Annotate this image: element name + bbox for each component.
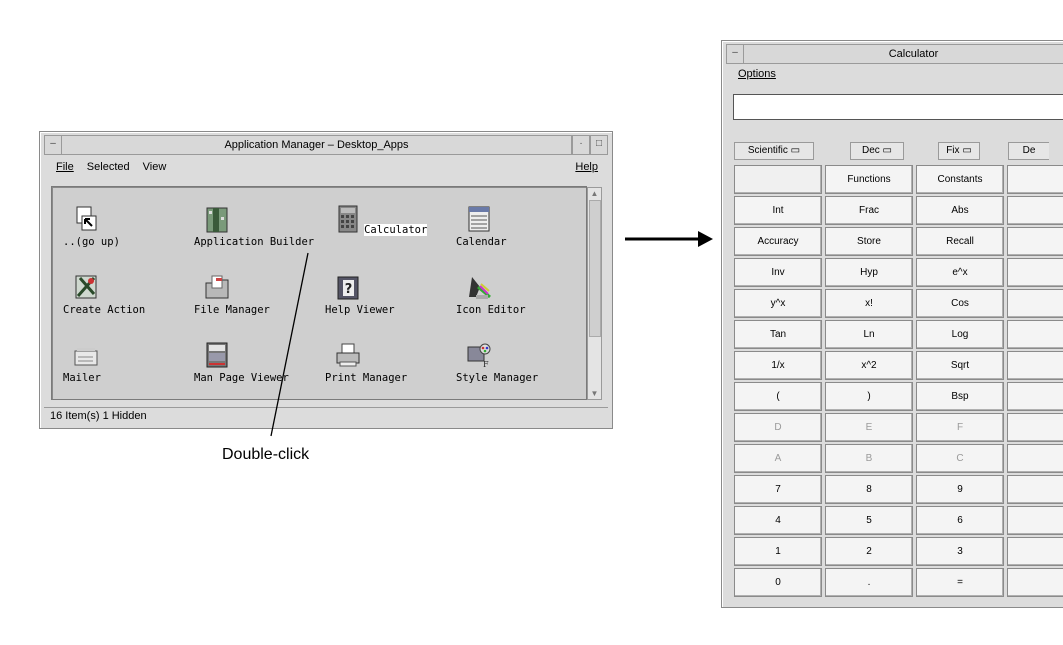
calc-key[interactable]: A <box>734 444 822 473</box>
calc-key[interactable]: Store <box>825 227 913 256</box>
calc-key[interactable]: Functions <box>825 165 913 194</box>
calc-key[interactable]: Sqrt <box>916 351 1004 380</box>
calculator-window: – Calculator Options Scientific ▭ Dec ▭ … <box>721 40 1063 608</box>
calc-key-partial[interactable] <box>1007 506 1063 535</box>
calc-key[interactable]: 9 <box>916 475 1004 504</box>
calc-key[interactable]: x^2 <box>825 351 913 380</box>
calc-key[interactable]: Ln <box>825 320 913 349</box>
calc-key[interactable]: Recall <box>916 227 1004 256</box>
calc-key[interactable]: Constants <box>916 165 1004 194</box>
mode-label: De <box>1022 145 1036 156</box>
arrow-head-icon <box>698 231 713 247</box>
calc-key[interactable]: 3 <box>916 537 1004 566</box>
calc-key[interactable]: 7 <box>734 475 822 504</box>
calc-key-partial[interactable] <box>1007 568 1063 597</box>
calc-key-partial[interactable] <box>1007 444 1063 473</box>
calc-key[interactable]: 0 <box>734 568 822 597</box>
calc-key[interactable]: Abs <box>916 196 1004 225</box>
calc-key-partial[interactable] <box>1007 165 1063 194</box>
double-click-annotation: Double-click <box>222 446 310 463</box>
calc-key[interactable]: Frac <box>825 196 913 225</box>
calc-key[interactable]: C <box>916 444 1004 473</box>
calc-key[interactable]: ) <box>825 382 913 411</box>
calc-key[interactable]: 2 <box>825 537 913 566</box>
calc-key[interactable]: 1 <box>734 537 822 566</box>
base-menu-dec[interactable]: Dec ▭ <box>850 142 904 160</box>
calc-key[interactable]: Hyp <box>825 258 913 287</box>
calc-key-partial[interactable] <box>1007 413 1063 442</box>
calc-key[interactable]: . <box>825 568 913 597</box>
calc-key-partial[interactable] <box>1007 351 1063 380</box>
calc-key-partial[interactable] <box>1007 537 1063 566</box>
display-menu-fix[interactable]: Fix ▭ <box>938 142 980 160</box>
calc-key[interactable]: e^x <box>916 258 1004 287</box>
calc-key[interactable]: 4 <box>734 506 822 535</box>
calc-key[interactable]: 5 <box>825 506 913 535</box>
calc-key[interactable]: x! <box>825 289 913 318</box>
callout-line <box>270 252 309 437</box>
calc-key[interactable]: Bsp <box>916 382 1004 411</box>
calc-key[interactable]: Log <box>916 320 1004 349</box>
calc-key[interactable] <box>734 165 822 194</box>
calculator-display <box>733 94 1063 120</box>
calc-key[interactable]: ( <box>734 382 822 411</box>
trig-menu[interactable]: De <box>1008 142 1049 160</box>
calc-key[interactable]: = <box>916 568 1004 597</box>
calc-key[interactable]: D <box>734 413 822 442</box>
calc-key[interactable]: 6 <box>916 506 1004 535</box>
window-menu-button[interactable]: – <box>726 44 744 64</box>
calc-key-partial[interactable] <box>1007 320 1063 349</box>
menu-bar: Options <box>726 64 1063 84</box>
calc-key-partial[interactable] <box>1007 475 1063 504</box>
calc-key-partial[interactable] <box>1007 382 1063 411</box>
menu-options[interactable]: Options <box>738 68 776 80</box>
calc-key-partial[interactable] <box>1007 227 1063 256</box>
mode-label: Scientific <box>747 145 788 156</box>
calc-key[interactable]: E <box>825 413 913 442</box>
calc-key[interactable]: B <box>825 444 913 473</box>
calc-key[interactable]: F <box>916 413 1004 442</box>
calc-key-partial[interactable] <box>1007 258 1063 287</box>
calc-key[interactable]: Tan <box>734 320 822 349</box>
calc-key[interactable]: Accuracy <box>734 227 822 256</box>
calc-key[interactable]: Inv <box>734 258 822 287</box>
calc-key-partial[interactable] <box>1007 289 1063 318</box>
mode-label: Dec <box>861 145 880 156</box>
calc-key[interactable]: 1/x <box>734 351 822 380</box>
mode-label: Fix <box>946 145 960 156</box>
calc-key[interactable]: Int <box>734 196 822 225</box>
calc-key-partial[interactable] <box>1007 196 1063 225</box>
mode-menu-scientific[interactable]: Scientific ▭ <box>734 142 814 160</box>
calc-key[interactable]: y^x <box>734 289 822 318</box>
calc-key[interactable]: 8 <box>825 475 913 504</box>
calc-key[interactable]: Cos <box>916 289 1004 318</box>
window-title[interactable]: Calculator <box>743 44 1063 64</box>
